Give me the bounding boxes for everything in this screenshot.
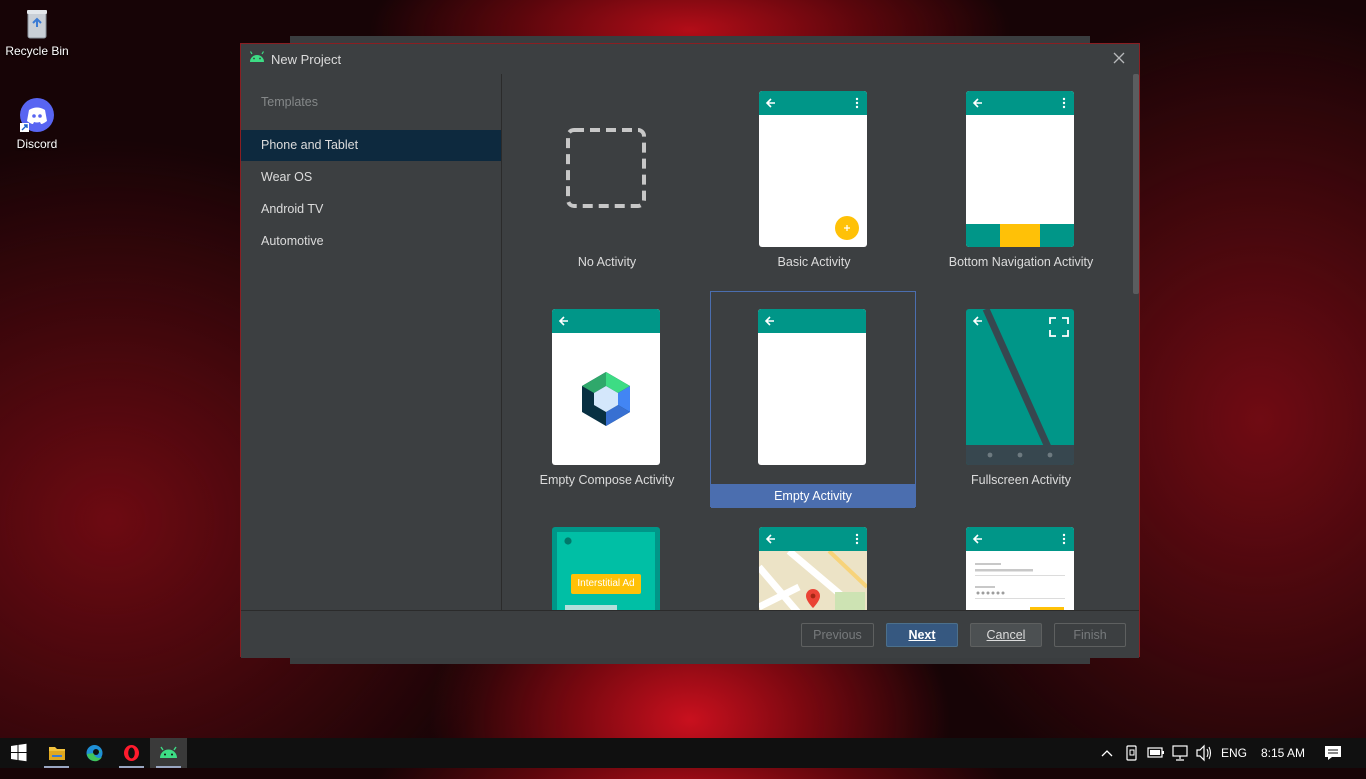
template-label: No Activity (577, 255, 637, 269)
desktop-icon-label: Discord (16, 137, 58, 151)
template-grid: No Activity Basic Activity Bottom Naviga… (502, 74, 1131, 610)
template-fullscreen-activity[interactable]: Fullscreen Activity (918, 292, 1124, 508)
dialog-titlebar[interactable]: New Project (241, 44, 1139, 74)
login-activity-thumbnail (966, 527, 1074, 610)
desktop-icon-discord[interactable]: Discord (1, 97, 73, 151)
taskbar: ENG 8:15 AM (0, 738, 1366, 768)
start-icon[interactable] (0, 738, 37, 768)
network-icon[interactable] (1171, 738, 1189, 768)
sidebar-header: Templates (261, 95, 318, 109)
template-basic-activity[interactable]: Basic Activity (711, 74, 917, 290)
desktop-icon-recycle-bin[interactable]: Recycle Bin (1, 8, 73, 58)
sidebar-item-automotive[interactable]: Automotive (241, 226, 501, 257)
template-empty-activity[interactable]: Empty Activity (710, 291, 916, 508)
next-button[interactable]: Next (886, 623, 958, 647)
template-grid-scrollbar[interactable] (1132, 74, 1140, 610)
chevron-up-icon[interactable] (1100, 738, 1114, 768)
template-no-activity[interactable]: No Activity (504, 74, 710, 290)
basic-activity-thumbnail (759, 91, 867, 247)
volume-icon[interactable] (1195, 738, 1213, 768)
android-logo-icon (249, 51, 265, 66)
template-bottom-navigation-activity[interactable]: Bottom Navigation Activity (918, 74, 1124, 290)
templates-sidebar: Templates Phone and Tablet Wear OS Andro… (241, 74, 502, 610)
empty-compose-thumbnail (552, 309, 660, 465)
edge-icon[interactable] (76, 738, 113, 768)
empty-activity-thumbnail (758, 309, 866, 465)
finish-button[interactable]: Finish (1054, 623, 1126, 647)
template-empty-compose-activity[interactable]: Empty Compose Activity (504, 292, 710, 508)
desktop-icon-label: Recycle Bin (5, 44, 69, 58)
discord-icon (19, 97, 55, 133)
battery-icon[interactable] (1147, 738, 1165, 768)
file-explorer-icon[interactable] (38, 738, 75, 768)
scrollbar-thumb[interactable] (1133, 74, 1139, 294)
cancel-button[interactable]: Cancel (970, 623, 1042, 647)
dialog-title: New Project (271, 52, 342, 67)
sidebar-item-wear-os[interactable]: Wear OS (241, 162, 501, 193)
device-icon[interactable] (1124, 738, 1140, 768)
language-indicator[interactable]: ENG (1221, 738, 1247, 768)
sidebar-item-phone-and-tablet[interactable]: Phone and Tablet (241, 130, 501, 161)
sidebar-item-android-tv[interactable]: Android TV (241, 194, 501, 225)
opera-icon[interactable] (113, 738, 150, 768)
interstitial-ad-thumbnail: Interstitial Ad (552, 527, 660, 610)
fullscreen-activity-thumbnail (966, 309, 1074, 465)
template-label: Empty Compose Activity (539, 473, 675, 487)
new-project-dialog: New Project Templates Phone and Tablet W… (240, 43, 1140, 658)
template-login-activity[interactable] (918, 510, 1124, 610)
notifications-icon[interactable] (1322, 738, 1344, 768)
google-maps-thumbnail (759, 527, 867, 610)
bottom-navigation-thumbnail (966, 91, 1074, 247)
clock[interactable]: 8:15 AM (1261, 738, 1305, 768)
template-label: Fullscreen Activity (970, 473, 1072, 487)
template-google-maps-activity[interactable] (711, 510, 917, 610)
template-label: Empty Activity (711, 484, 915, 508)
no-activity-thumbnail (552, 91, 660, 247)
close-icon[interactable] (1111, 50, 1127, 66)
template-label: Basic Activity (777, 255, 851, 269)
android-studio-icon[interactable] (150, 738, 187, 768)
recycle-bin-icon (22, 8, 52, 40)
previous-button[interactable]: Previous (801, 623, 874, 647)
interstitial-ad-badge: Interstitial Ad (571, 574, 641, 594)
template-label: Bottom Navigation Activity (948, 255, 1094, 269)
template-interstitial-ad[interactable]: Interstitial Ad (504, 510, 710, 610)
dialog-footer: Previous Next Cancel Finish (241, 610, 1139, 658)
